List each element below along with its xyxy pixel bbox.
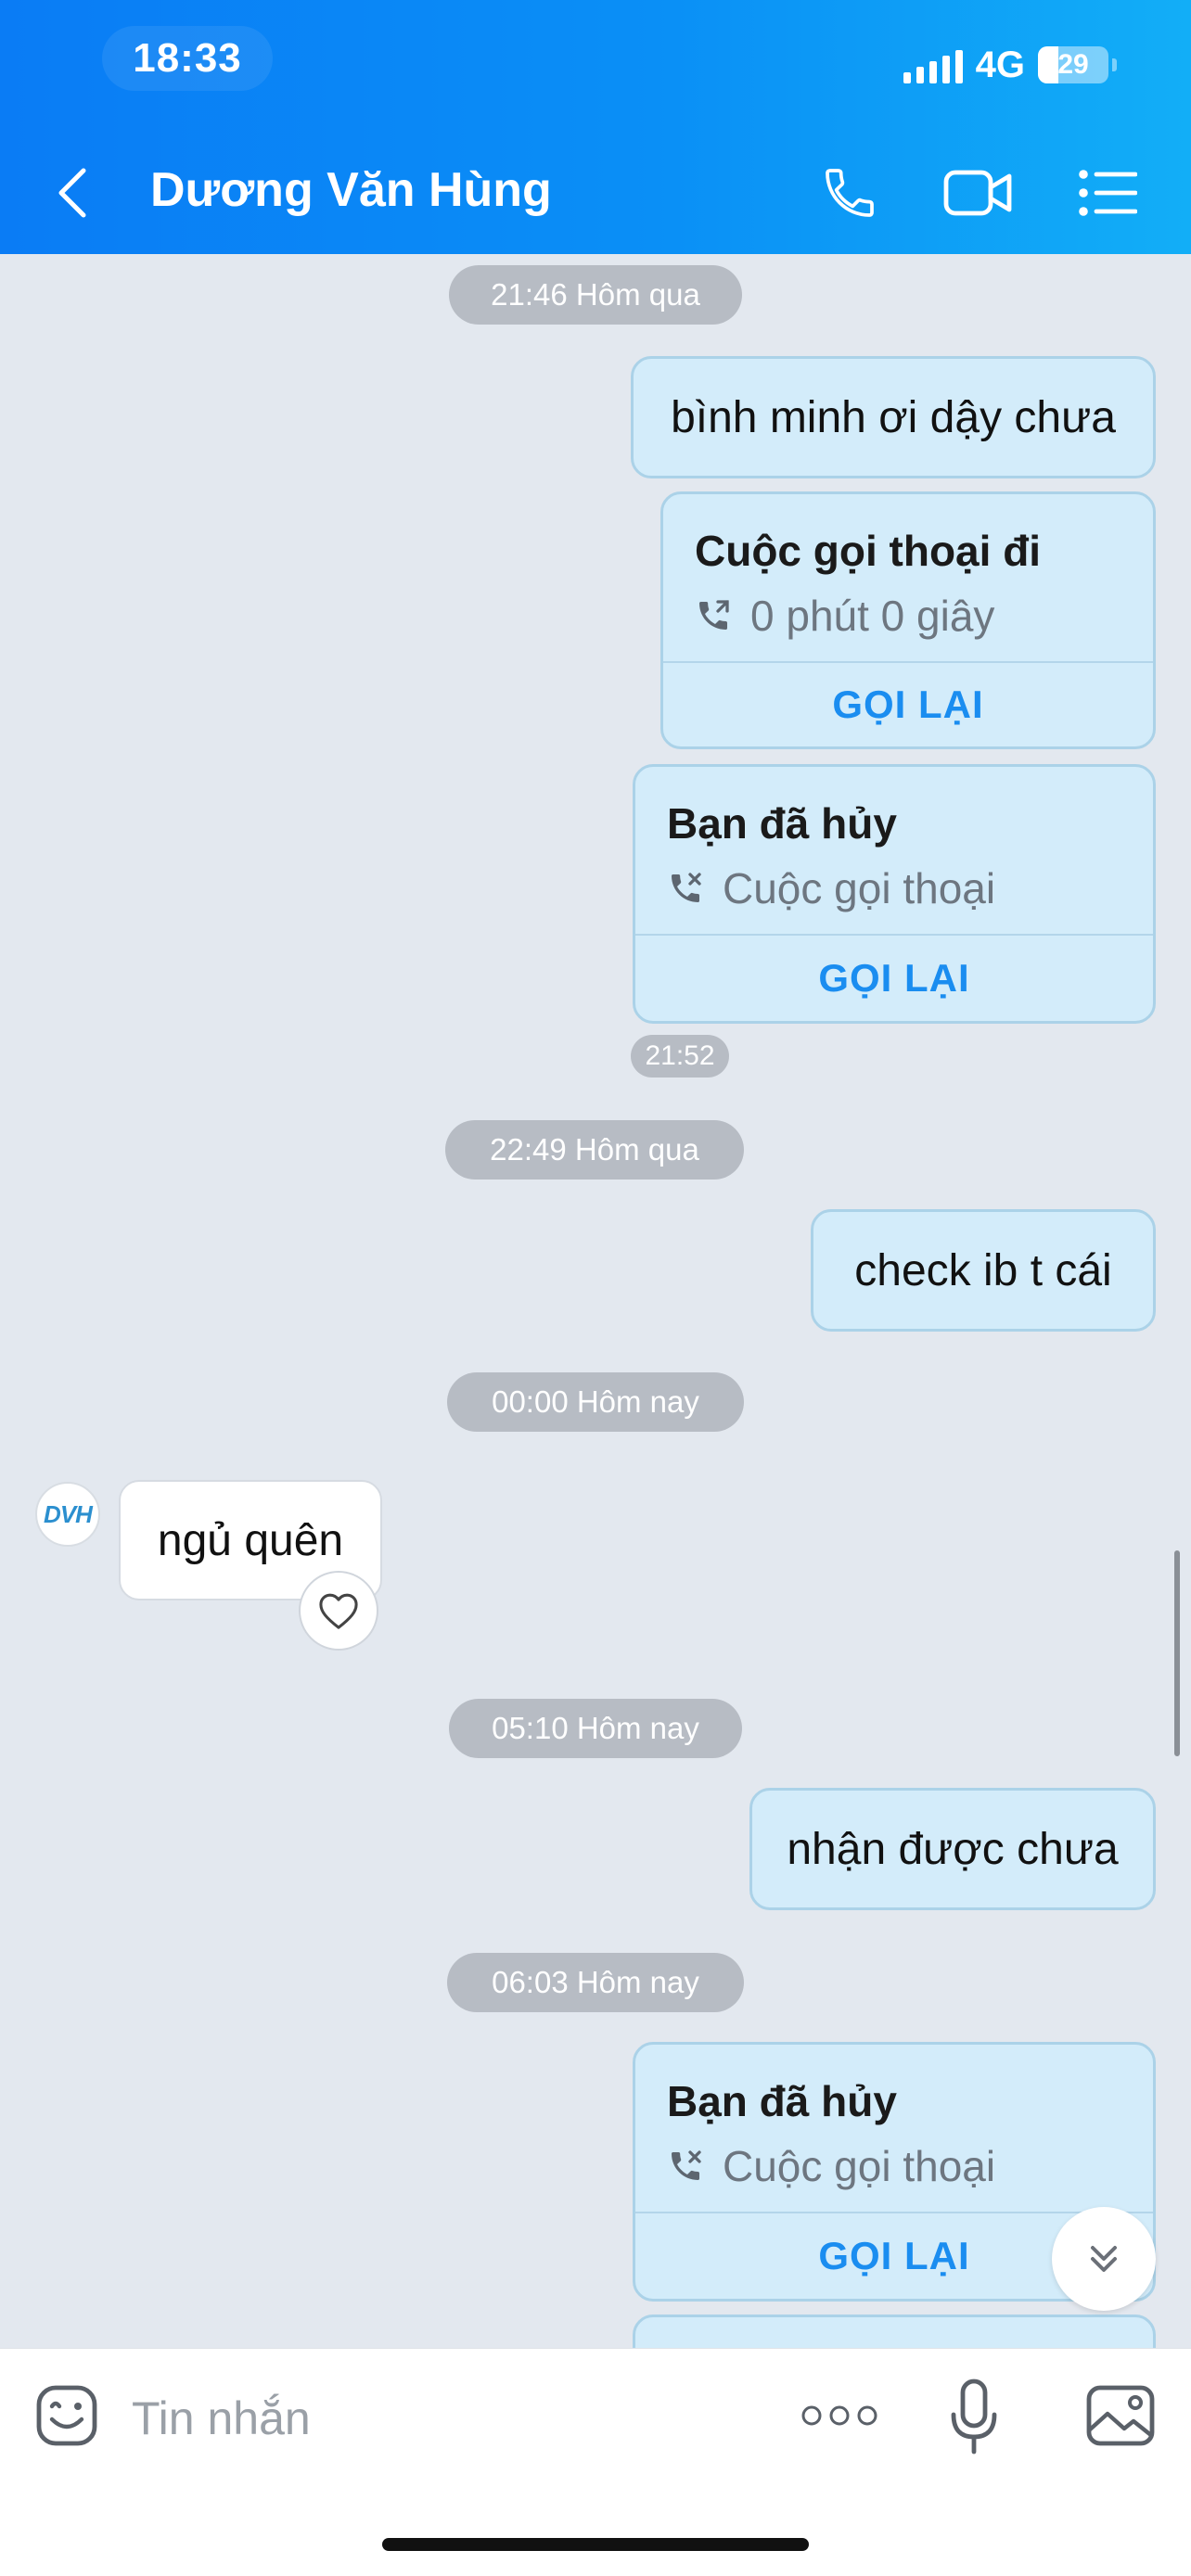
home-indicator [382, 2538, 809, 2551]
more-dots-icon [801, 2405, 877, 2426]
signal-icon [903, 46, 963, 83]
scrollbar[interactable] [1174, 1550, 1180, 1756]
contact-name[interactable]: Dương Văn Hùng [150, 162, 552, 218]
cancelled-call-icon [672, 873, 701, 902]
status-indicators: 4G 29 [903, 37, 1117, 93]
react-button[interactable] [299, 1571, 378, 1651]
message-time: 21:52 [631, 1035, 729, 1078]
microphone-icon [951, 2378, 997, 2455]
call-back-button[interactable]: GỌI LẠI [635, 936, 1153, 1021]
network-label: 4G [975, 44, 1025, 85]
call-card: Cuộc gọi thoại đi 0 phút 0 giây GỌI LẠI [660, 491, 1156, 749]
back-chevron-icon [58, 168, 86, 218]
back-button[interactable] [56, 159, 102, 226]
call-subtitle-row: Cuộc gọi thoại [667, 2141, 995, 2191]
timestamp-divider: 22:49 Hôm qua [445, 1120, 744, 1180]
sticker-button[interactable] [32, 2380, 102, 2451]
avatar-logo: DVH [44, 1499, 93, 1528]
timestamp-divider: 05:10 Hôm nay [449, 1699, 742, 1758]
call-subtitle-row: Cuộc gọi thoại [667, 863, 995, 913]
outgoing-message[interactable]: bình minh ơi dậy chưa [631, 356, 1156, 478]
status-time: 18:33 [102, 26, 273, 91]
avatar[interactable]: DVH [35, 1482, 100, 1547]
outgoing-message[interactable]: nhận được chưa [749, 1788, 1156, 1910]
timestamp-divider: 21:46 Hôm qua [449, 265, 742, 325]
sticker-icon [36, 2385, 97, 2446]
double-chevron-down-icon [1091, 2246, 1117, 2272]
heart-icon [319, 1593, 358, 1629]
call-card: Bạn đã hủy Cuộc gọi thoại GỌI LẠI [633, 764, 1156, 1024]
cancelled-call-icon [672, 2150, 701, 2180]
voice-button[interactable] [948, 2375, 1000, 2458]
battery-fill [1038, 46, 1059, 83]
chat-options-button[interactable] [1078, 158, 1137, 228]
chat-header: 18:33 4G 29 Dương Văn Hùng [0, 0, 1191, 254]
battery-label: 29 [1057, 49, 1089, 80]
call-title: Cuộc gọi thoại đi [695, 527, 1042, 575]
voice-call-button[interactable] [820, 158, 879, 228]
outgoing-call-icon [699, 600, 729, 630]
list-menu-icon [1079, 170, 1137, 216]
video-call-button[interactable] [942, 158, 1013, 228]
battery-tip [1112, 58, 1117, 71]
call-title: Bạn đã hủy [667, 2077, 897, 2125]
battery-icon: 29 [1038, 46, 1108, 83]
call-subtitle: Cuộc gọi thoại [723, 864, 996, 912]
more-options-button[interactable] [800, 2390, 879, 2442]
call-title: Bạn đã hủy [667, 799, 897, 848]
image-button[interactable] [1082, 2380, 1159, 2451]
call-subtitle: Cuộc gọi thoại [723, 2142, 996, 2190]
call-subtitle: 0 phút 0 giây [750, 592, 995, 640]
outgoing-message[interactable]: check ib t cái [811, 1209, 1156, 1332]
phone-icon [826, 169, 874, 217]
video-camera-icon [943, 170, 1012, 216]
timestamp-divider: 00:00 Hôm nay [447, 1372, 744, 1432]
call-back-button[interactable]: GỌI LẠI [663, 663, 1153, 746]
scroll-to-bottom-button[interactable] [1052, 2207, 1156, 2311]
call-subtitle-row: 0 phút 0 giây [695, 591, 994, 641]
message-input[interactable]: Tin nhắn [132, 2391, 311, 2445]
timestamp-divider: 06:03 Hôm nay [447, 1953, 744, 2012]
image-icon [1086, 2385, 1155, 2446]
